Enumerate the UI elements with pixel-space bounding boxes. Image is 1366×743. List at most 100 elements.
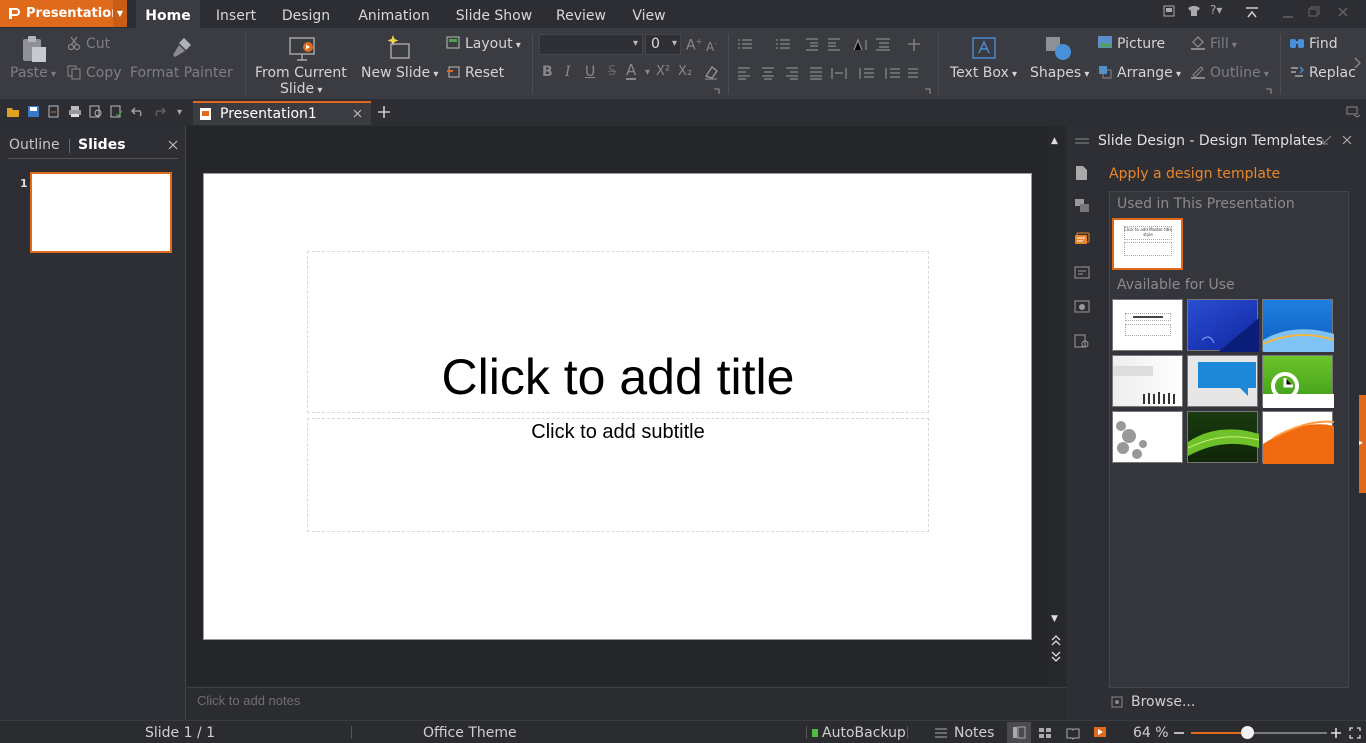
tab-animation[interactable]: Animation [350,0,438,28]
font-size-select[interactable]: 0 ▾ [645,34,681,55]
decrease-font-icon[interactable]: A- [706,39,717,54]
text-box-icon[interactable] [972,37,996,61]
template-thumb-blue-wave[interactable] [1262,299,1334,352]
tab-review[interactable]: Review [548,0,614,28]
outline-button[interactable]: Outline ▾ [1210,65,1269,81]
title-placeholder[interactable]: Click to add title [307,251,929,413]
zoom-out-icon[interactable] [1173,727,1185,739]
picture-icon[interactable] [1097,35,1113,49]
superscript-button[interactable]: X² [656,64,670,79]
copy-icon[interactable] [67,65,81,80]
tab-slide-show[interactable]: Slide Show [448,0,540,28]
previous-slide-icon[interactable] [1051,634,1061,646]
minimize-icon[interactable] [1281,7,1295,19]
format-painter-button[interactable]: Format Painter [130,65,233,81]
strikethrough-button[interactable]: S [608,64,616,79]
template-thumb-green-clock[interactable] [1262,355,1334,408]
skin-icon[interactable] [1163,5,1175,17]
collapse-ribbon-icon[interactable] [1245,6,1259,20]
font-color-button[interactable]: A [626,62,637,80]
customize-qat-icon[interactable]: ▾ [177,107,182,118]
browse-icon[interactable] [1111,696,1123,708]
tab-home[interactable]: Home [136,0,200,28]
format-painter-icon[interactable] [170,36,194,60]
cut-button[interactable]: Cut [86,36,110,52]
cut-icon[interactable] [67,36,81,50]
document-tab[interactable]: Presentation1 [193,101,371,125]
proofing-icon[interactable] [110,105,124,118]
fill-icon[interactable] [1190,35,1206,50]
layout-icon[interactable] [446,36,460,49]
reset-button[interactable]: Reset [465,65,504,81]
paragraph-dialog-launcher-icon[interactable] [924,88,931,95]
outline-tab[interactable]: Outline [9,137,60,153]
reading-view-icon[interactable] [1066,727,1080,740]
font-name-select[interactable]: ▾ [539,34,643,55]
notes-icon[interactable] [934,728,948,738]
task-pane-dock-icon[interactable] [1322,135,1332,145]
zoom-level[interactable]: 64 % [1133,725,1169,741]
shapes-button[interactable]: Shapes ▾ [1030,65,1089,81]
browse-link[interactable]: Browse... [1131,694,1195,710]
subtitle-placeholder[interactable]: Click to add subtitle [307,418,929,532]
restore-icon[interactable] [1307,6,1321,18]
find-button[interactable]: Find [1309,36,1338,52]
zoom-slider-handle[interactable] [1241,726,1254,739]
picture-button[interactable]: Picture [1117,36,1165,52]
task-pane-close-icon[interactable] [1342,135,1352,145]
template-thumb-blue-diagonal[interactable] [1187,299,1259,352]
new-slide-icon[interactable] [385,34,413,62]
open-icon[interactable] [6,105,20,118]
shirt-icon[interactable] [1187,5,1201,17]
template-thumb-people[interactable] [1112,355,1183,407]
template-thumb-blank[interactable] [1112,299,1183,351]
clear-format-icon[interactable] [703,64,719,80]
task-pane-collapse-handle[interactable]: ▸ [1359,395,1366,493]
close-pane-icon[interactable] [168,140,178,150]
from-current-slide-icon[interactable] [289,36,317,62]
transition-pane-icon[interactable] [1074,300,1090,315]
underline-button[interactable]: U [585,64,595,80]
save-icon[interactable] [27,105,40,118]
normal-view-button[interactable] [1007,722,1031,743]
layout-pane-icon[interactable] [1074,198,1090,213]
copy-button[interactable]: Copy [86,65,122,81]
from-current-slide-label[interactable]: From Current [255,65,347,81]
design-templates-icon[interactable] [1074,232,1090,246]
ribbon-scroll-right-icon[interactable] [1353,56,1363,70]
subscript-button[interactable]: X₂ [678,64,692,79]
notes-pane[interactable]: Click to add notes [187,687,1066,720]
notes-toggle[interactable]: Notes [954,725,994,741]
autobackup-button[interactable]: AutoBackup [822,725,906,741]
tab-insert[interactable]: Insert [206,0,266,28]
bold-button[interactable]: B [542,64,553,80]
paste-button[interactable]: Paste ▾ [10,65,56,81]
zoom-slider-track[interactable] [1191,726,1327,739]
new-document-icon[interactable] [1075,165,1088,181]
outline-icon[interactable] [1190,64,1206,79]
slide[interactable]: Click to add title Click to add subtitle [203,173,1032,640]
new-tab-icon[interactable] [377,105,391,119]
font-color-dropdown-icon[interactable]: ▾ [645,67,650,78]
reset-icon[interactable] [446,65,460,78]
slides-tab[interactable]: Slides [78,137,126,153]
fit-window-icon[interactable] [1349,727,1361,739]
text-box-button[interactable]: Text Box ▾ [950,65,1017,81]
template-thumb-gray-floral[interactable] [1112,411,1183,463]
close-window-icon[interactable] [1337,6,1349,18]
strip-menu-icon[interactable] [1074,138,1090,144]
vertical-scrollbar[interactable]: ▲ ▼ [1047,126,1066,687]
shapes-icon[interactable] [1045,36,1073,62]
backup-pane-icon[interactable] [1074,334,1090,349]
slide-sorter-icon[interactable] [1038,727,1052,740]
find-icon[interactable] [1289,36,1305,50]
help-icon[interactable]: ?▾ [1210,3,1222,17]
undo-icon[interactable] [131,106,145,117]
tab-view[interactable]: View [624,0,674,28]
scroll-down-icon[interactable]: ▼ [1051,614,1058,624]
paragraph-row2-icons[interactable] [736,66,926,80]
from-current-slide-label-2[interactable]: Slide ▾ [280,81,322,97]
template-thumb-blue-speech[interactable] [1187,355,1258,407]
slide-thumbnail-1[interactable] [30,172,172,253]
tab-list-icon[interactable] [1346,106,1360,118]
